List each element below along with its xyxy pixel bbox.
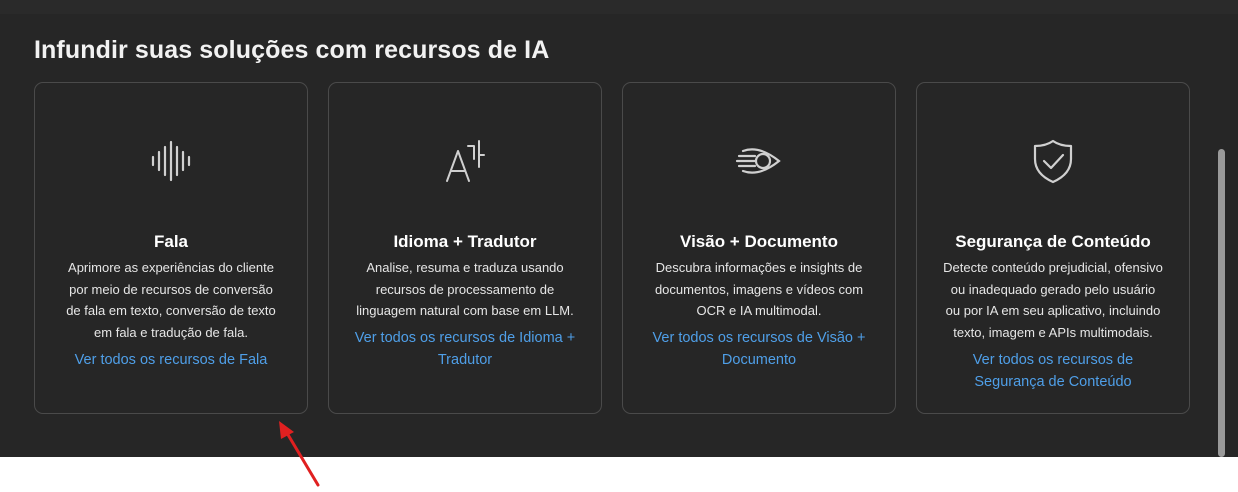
card-title: Fala [153, 232, 189, 251]
card-idioma-tradutor[interactable]: Idioma + Tradutor Analise, resuma e trad… [328, 82, 602, 414]
card-title: Idioma + Tradutor [393, 232, 537, 251]
card-title: Segurança de Conteúdo [955, 232, 1151, 251]
card-description: Aprimore as experiências do cliente por … [66, 260, 276, 340]
card-seguranca-conteudo[interactable]: Segurança de Conteúdo Detecte conteúdo p… [916, 82, 1190, 414]
shield-check-icon [917, 137, 1189, 185]
scrollbar-thumb[interactable] [1218, 149, 1225, 457]
top-strip [0, 0, 1238, 14]
card-description: Detecte conteúdo prejudicial, ofensivo o… [943, 260, 1163, 340]
speech-waveform-icon [35, 137, 307, 185]
ai-capabilities-section: Infundir suas soluções com recursos de I… [0, 0, 1238, 457]
card-link-fala[interactable]: Ver todos os recursos de Fala [57, 350, 285, 372]
card-description: Analise, resuma e traduza usando recurso… [356, 260, 574, 318]
card-visao-documento[interactable]: Visão + Documento Descubra informações e… [622, 82, 896, 414]
card-description: Descubra informações e insights de docum… [654, 260, 864, 318]
card-link-visao-documento[interactable]: Ver todos os recursos de Visão + Documen… [645, 328, 873, 371]
card-title: Visão + Documento [680, 232, 838, 251]
vision-eye-icon [623, 137, 895, 185]
card-fala[interactable]: Fala Aprimore as experiências do cliente… [34, 82, 308, 414]
language-translator-icon [329, 137, 601, 185]
card-link-seguranca-conteudo[interactable]: Ver todos os recursos de Segurança de Co… [939, 350, 1167, 393]
card-link-idioma-tradutor[interactable]: Ver todos os recursos de Idioma + Tradut… [351, 328, 579, 371]
red-annotation-arrow-icon [279, 421, 320, 487]
section-title: Infundir suas soluções com recursos de I… [34, 36, 550, 64]
